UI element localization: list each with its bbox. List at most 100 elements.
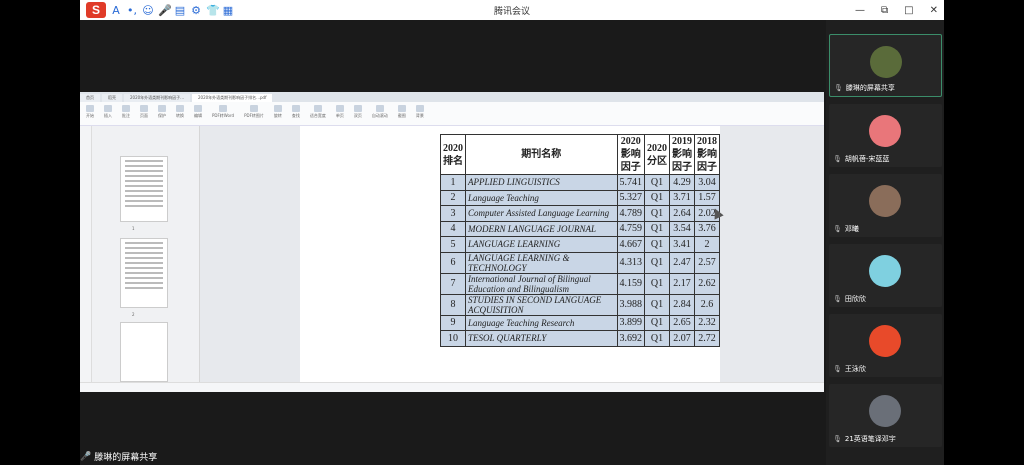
page-thumbnail-2[interactable]: [120, 238, 168, 308]
pdf-tab[interactable]: 2020年外语类期刊影响因子排名...pdf: [192, 94, 273, 102]
pdf-tab[interactable]: 稻壳: [102, 94, 122, 102]
table-row: 4 MODERN LANGUAGE JOURNAL 4.759 Q1 3.54 3.76: [440, 220, 720, 237]
table-cell-rank: 6: [440, 251, 466, 274]
table-cell-q: Q1: [644, 236, 670, 253]
table-cell-if2018: 3.76: [694, 220, 720, 237]
thumbnail-number: 1: [132, 226, 135, 231]
toolbox-icon[interactable]: ▦: [222, 4, 234, 17]
pdf-tab[interactable]: 2020年外语类期刊影响因子...: [124, 94, 190, 102]
ribbon-button[interactable]: 自动滚动: [372, 105, 388, 122]
table-cell-rank: 7: [440, 272, 466, 295]
ribbon-button[interactable]: 保护: [158, 105, 166, 122]
table-cell-rank: 5: [440, 236, 466, 253]
punct-icon[interactable]: •,: [126, 4, 138, 17]
participant-tile[interactable]: 🎙 滕琳的屏幕共享: [829, 34, 942, 97]
settings-icon[interactable]: ⚙: [190, 4, 202, 17]
ribbon-button-label: 页面: [140, 113, 148, 118]
ribbon-button[interactable]: PDF转图片: [244, 105, 264, 122]
ribbon-button[interactable]: 单页: [335, 105, 344, 122]
pdf-tab[interactable]: 首页: [80, 94, 100, 102]
title-bar: S A •, ☺ 🎤 ▤ ⚙ 👕 ▦ 腾讯会议 — ⧉ □ ✕: [80, 0, 944, 20]
ribbon-button[interactable]: 截图: [397, 105, 406, 122]
participant-name-text: 邓曦: [844, 225, 859, 233]
sogou-logo-icon[interactable]: S: [86, 2, 106, 18]
participant-tile[interactable]: 🎙 胡帆蓓-宋蓝蓝: [829, 104, 942, 167]
participant-name-text: 滕琳的屏幕共享: [845, 84, 895, 92]
table-cell-q: Q1: [644, 251, 670, 274]
ribbon-button[interactable]: 编辑: [194, 105, 202, 122]
ribbon-button[interactable]: 适合宽度: [310, 105, 326, 122]
ribbon-tool-icon: [104, 105, 112, 112]
ribbon-tool-icon: [140, 105, 148, 112]
table-row: 5 LANGUAGE LEARNING 4.667 Q1 3.41 2: [440, 236, 720, 253]
ribbon-button[interactable]: 转换: [176, 105, 184, 122]
participant-tile[interactable]: 🎙 邓曦: [829, 174, 942, 237]
table-cell-rank: 10: [440, 330, 466, 347]
table-cell-if2020: 4.159: [616, 272, 645, 295]
minimize-button[interactable]: —: [855, 5, 865, 16]
table-cell-if2020: 4.789: [616, 205, 645, 222]
table-cell-if2018: 2.62: [694, 272, 720, 295]
ribbon-button-label: 编辑: [194, 113, 202, 118]
participant-tile[interactable]: 🎙 21英语笔译邓宇: [829, 384, 942, 447]
maximize-button[interactable]: □: [904, 5, 913, 16]
participant-name: 🎙 21英语笔译邓宇: [833, 434, 896, 444]
table-row: 8 STUDIES IN SECOND LANGUAGE ACQUISITION 3…: [440, 293, 720, 316]
document-area[interactable]: 2020 排名 期刊名称 2020 影响 因子 2020 分区 2019 影响 因子 2018 影响 因子…: [200, 126, 824, 382]
table-cell-if2019: 3.71: [669, 189, 695, 206]
ribbon-button[interactable]: 批注: [122, 105, 130, 122]
ribbon-button[interactable]: 开始: [86, 105, 94, 122]
ribbon-button[interactable]: 页面: [140, 105, 148, 122]
mic-icon: 🎙: [833, 295, 842, 303]
table-cell-if2018: 1.57: [694, 189, 720, 206]
participant-name-text: 田欣欣: [844, 295, 866, 303]
table-cell-name: TESOL QUARTERLY: [465, 330, 618, 347]
pdf-page: 2020 排名 期刊名称 2020 影响 因子 2020 分区 2019 影响 因子 2018 影响 因子…: [300, 126, 720, 382]
ribbon-button[interactable]: 旋转: [273, 105, 282, 122]
voice-icon[interactable]: 🎤: [158, 4, 172, 17]
table-cell-if2020: 4.667: [616, 236, 645, 253]
table-cell-if2018: 2.72: [694, 330, 720, 347]
close-button[interactable]: ✕: [930, 5, 938, 16]
page-thumbnail-1[interactable]: [120, 156, 168, 222]
pdf-left-toolbar: [80, 126, 92, 382]
table-row: 7 International Journal of Bilingual Educ…: [440, 272, 720, 295]
participant-name: 🎙 邓曦: [833, 224, 859, 234]
ribbon-button[interactable]: PDF转Word: [212, 105, 234, 122]
table-cell-if2019: 3.54: [669, 220, 695, 237]
ribbon-button[interactable]: 背景: [415, 105, 424, 122]
page-thumbnail-3[interactable]: [120, 322, 168, 382]
ribbon-button[interactable]: 查找: [291, 105, 300, 122]
table-cell-name: MODERN LANGUAGE JOURNAL: [465, 220, 618, 237]
ribbon-tool-icon: [158, 105, 166, 112]
table-cell-if2018: 2.57: [694, 251, 720, 274]
font-icon[interactable]: A: [110, 4, 122, 17]
ribbon-button[interactable]: 双页: [353, 105, 362, 122]
table-cell-name: Language Teaching: [465, 189, 618, 206]
avatar: [869, 185, 901, 217]
table-row: 3 Computer Assisted Language Learning 4.78…: [440, 205, 720, 222]
ribbon-tool-icon: [249, 105, 258, 112]
ribbon-button-label: 自动滚动: [371, 113, 388, 118]
participant-tile[interactable]: 🎙 王泳欣: [829, 314, 942, 377]
table-cell-q: Q1: [644, 220, 670, 237]
participant-name: 🎙 王泳欣: [833, 364, 866, 374]
table-cell-if2020: 4.759: [616, 220, 645, 237]
table-cell-if2019: 2.84: [669, 293, 695, 316]
ribbon-button-label: 背景: [415, 113, 424, 118]
mic-icon: 🎙: [833, 225, 842, 233]
ime-toolbar: S A •, ☺ 🎤 ▤ ⚙ 👕 ▦: [80, 0, 234, 20]
ribbon-button-label: 适合宽度: [309, 113, 326, 118]
participant-list: 🎙 滕琳的屏幕共享 🎙 胡帆蓓-宋蓝蓝 🎙 邓曦 🎙 田欣欣 🎙 王泳欣 🎙 21英语笔译邓宇: [826, 20, 944, 465]
participant-tile[interactable]: 🎙 田欣欣: [829, 244, 942, 307]
mic-icon: 🎙: [833, 435, 842, 443]
keyboard-icon[interactable]: ▤: [174, 4, 186, 17]
skin-icon[interactable]: 👕: [206, 4, 220, 17]
table-cell-if2018: 2.6: [694, 293, 720, 316]
ribbon-tool-icon: [273, 105, 282, 112]
avatar: [870, 46, 902, 78]
emoji-icon[interactable]: ☺: [142, 4, 154, 17]
restore-button[interactable]: ⧉: [881, 5, 888, 16]
avatar: [869, 325, 901, 357]
ribbon-button[interactable]: 插入: [104, 105, 112, 122]
